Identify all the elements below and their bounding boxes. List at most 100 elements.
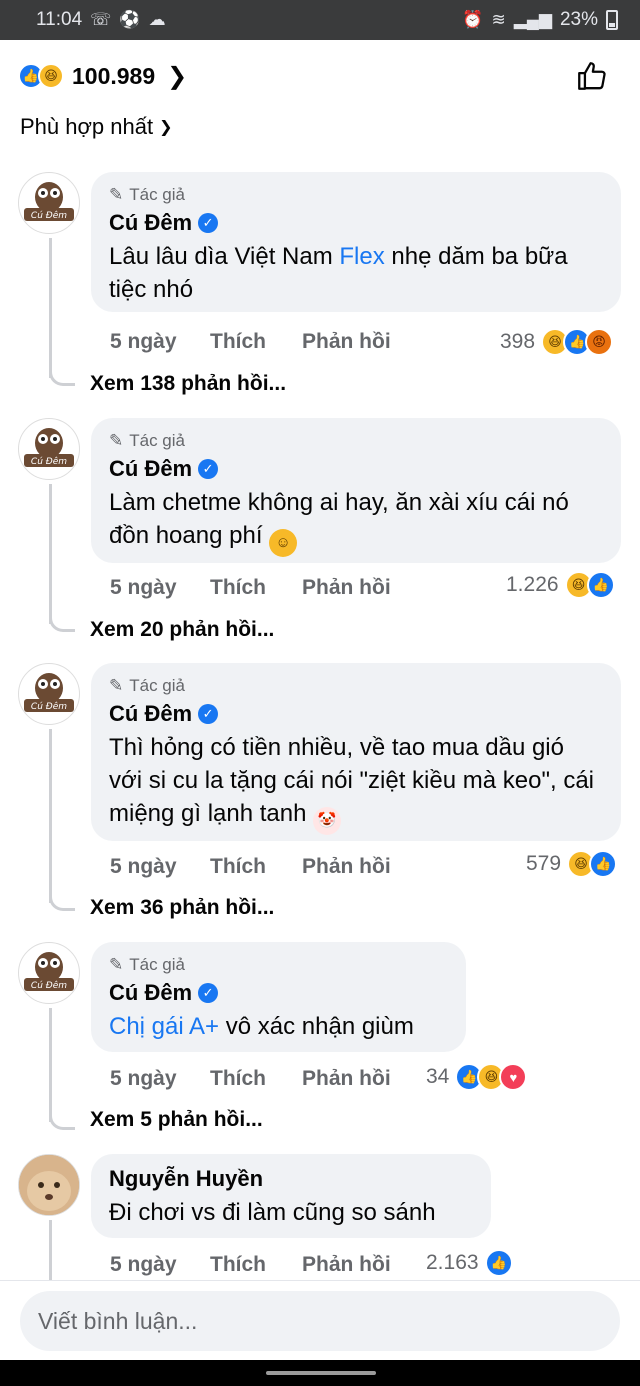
like-comment-button[interactable]: Thích: [210, 576, 302, 600]
comment-author[interactable]: Cú Đêm ✓: [109, 456, 603, 482]
avatar[interactable]: Cú Đêm: [18, 418, 80, 480]
pencil-icon: ✎: [109, 185, 124, 204]
soccer-icon: ⚽: [119, 10, 141, 29]
comment-time[interactable]: 5 ngày: [110, 1067, 210, 1091]
avatar[interactable]: [18, 1154, 80, 1216]
comment-bubble[interactable]: Nguyễn Huyền Đi chơi vs đi làm cũng so s…: [91, 1154, 491, 1238]
status-bar: 11:04 ☏ ⚽ ☁ ⏰ ≋ ▂▄▆ 23%: [0, 0, 640, 40]
haha-reaction-icon: 😆: [38, 63, 64, 89]
like-comment-button[interactable]: Thích: [210, 855, 302, 879]
thread-line: [49, 729, 52, 903]
comment-time[interactable]: 5 ngày: [110, 330, 210, 354]
comment-actions: 5 ngày Thích Phản hồi: [110, 852, 391, 882]
avatar[interactable]: Cú Đêm: [18, 172, 80, 234]
reply-button[interactable]: Phản hồi: [302, 330, 391, 354]
like-comment-button[interactable]: Thích: [210, 1253, 302, 1277]
author-name: Nguyễn Huyền: [109, 1166, 264, 1191]
author-tag: ✎ Tác giả: [109, 184, 603, 206]
comment-time[interactable]: 5 ngày: [110, 1253, 210, 1277]
pencil-icon: ✎: [109, 676, 124, 695]
comment-time[interactable]: 5 ngày: [110, 576, 210, 600]
comment-input[interactable]: Viết bình luận...: [20, 1291, 620, 1351]
smile-emoji-icon: ☺: [269, 528, 298, 557]
avatar[interactable]: Cú Đêm: [18, 942, 80, 1004]
comment-actions: 5 ngày Thích Phản hồi: [110, 1064, 391, 1094]
comment-text: Đi chơi vs đi làm cũng so sánh: [109, 1199, 436, 1226]
comment-author[interactable]: Cú Đêm ✓: [109, 980, 448, 1006]
thumbs-up-icon: [578, 62, 606, 90]
comment-reaction-count: 579: [526, 852, 562, 875]
verified-badge-icon: ✓: [198, 459, 219, 479]
clown-emoji-icon: 🤡: [313, 806, 342, 835]
comment-reaction-count: 34: [426, 1065, 450, 1088]
comment-author[interactable]: Cú Đêm ✓: [109, 701, 603, 727]
comment-actions: 5 ngày Thích Phản hồi: [110, 327, 391, 357]
comment-input-placeholder: Viết bình luận...: [38, 1307, 198, 1334]
svg-text:Cú Đêm: Cú Đêm: [31, 210, 67, 221]
comment-bubble[interactable]: ✎ Tác giả Cú Đêm ✓ Thì hỏng có tiền nhiề…: [91, 663, 621, 841]
comment-reactions[interactable]: 2.163 👍: [426, 1248, 513, 1278]
comment-reaction-count: 398: [500, 330, 536, 353]
reply-button[interactable]: Phản hồi: [302, 1253, 391, 1277]
like-comment-button[interactable]: Thích: [210, 1067, 302, 1091]
reaction-total: 100.989: [72, 62, 156, 89]
comment-actions: 5 ngày Thích Phản hồi: [110, 1250, 391, 1280]
thread-connector: [49, 1116, 75, 1130]
battery-percent: 23%: [559, 9, 598, 30]
reaction-summary[interactable]: 👍 😆 100.989 ❯: [18, 58, 187, 94]
view-replies-link[interactable]: Xem 36 phản hồi...: [90, 896, 274, 920]
hashtag-link[interactable]: Flex: [339, 243, 384, 270]
comment-author[interactable]: Nguyễn Huyền: [109, 1166, 473, 1192]
cloud-icon: ☁: [148, 10, 166, 29]
wifi-icon: ≋: [491, 10, 506, 29]
thread-line: [49, 1220, 52, 1280]
comment-reactions[interactable]: 579 😆 👍: [526, 849, 618, 879]
comment-time[interactable]: 5 ngày: [110, 855, 210, 879]
view-replies-link[interactable]: Xem 138 phản hồi...: [90, 372, 286, 396]
comment-reactions[interactable]: 1.226 😆 👍: [506, 570, 615, 600]
thread-connector: [49, 618, 75, 632]
battery-icon: [606, 10, 618, 30]
owl-logo-icon: Cú Đêm: [24, 182, 74, 221]
comment-bubble[interactable]: ✎ Tác giả Cú Đêm ✓ Làm chetme không ai h…: [91, 418, 621, 563]
owl-logo-icon: Cú Đêm: [24, 673, 74, 712]
author-name: Cú Đêm: [109, 210, 193, 235]
angry-reaction-icon: 😡: [585, 328, 614, 356]
thread-line: [49, 484, 52, 624]
comment-composer: Viết bình luận...: [0, 1280, 640, 1360]
avatar[interactable]: Cú Đêm: [18, 663, 80, 725]
view-replies-link[interactable]: Xem 5 phản hồi...: [90, 1108, 263, 1132]
comment-reaction-count: 1.226: [506, 573, 559, 596]
author-name: Cú Đêm: [109, 456, 193, 481]
like-reaction-icon: 👍: [589, 850, 618, 878]
author-tag-label: Tác giả: [129, 185, 185, 204]
comment-author[interactable]: Cú Đêm ✓: [109, 210, 603, 236]
reply-button[interactable]: Phản hồi: [302, 855, 391, 879]
sort-dropdown[interactable]: Phù hợp nhất ❯: [20, 110, 173, 144]
sort-label: Phù hợp nhất: [20, 114, 154, 139]
pencil-icon: ✎: [109, 955, 124, 974]
author-name: Cú Đêm: [109, 701, 193, 726]
like-post-button[interactable]: [574, 58, 610, 94]
comment-bubble[interactable]: ✎ Tác giả Cú Đêm ✓ Lâu lâu dìa Việt Nam …: [91, 172, 621, 312]
verified-badge-icon: ✓: [198, 704, 219, 724]
owl-logo-icon: Cú Đêm: [24, 952, 74, 991]
system-nav-bar: [0, 1360, 640, 1386]
author-tag: ✎ Tác giả: [109, 430, 603, 452]
verified-badge-icon: ✓: [198, 983, 219, 1003]
thread-connector: [49, 372, 75, 386]
comment-bubble[interactable]: ✎ Tác giả Cú Đêm ✓ Chị gái A+ vô xác nhậ…: [91, 942, 466, 1052]
signal-icon: ▂▄▆: [513, 10, 552, 29]
reply-button[interactable]: Phản hồi: [302, 576, 391, 600]
comment-reactions[interactable]: 34 👍 😆 ♥: [426, 1062, 528, 1092]
author-name: Cú Đêm: [109, 980, 193, 1005]
reply-button[interactable]: Phản hồi: [302, 1067, 391, 1091]
author-tag-label: Tác giả: [129, 431, 185, 450]
status-time: 11:04: [36, 9, 83, 30]
mention-link[interactable]: Chị gái A+: [109, 1013, 219, 1040]
view-replies-link[interactable]: Xem 20 phản hồi...: [90, 618, 274, 642]
alarm-icon: ⏰: [462, 10, 484, 29]
like-comment-button[interactable]: Thích: [210, 330, 302, 354]
comment-reactions[interactable]: 398 😆 👍 😡: [500, 327, 614, 357]
home-handle[interactable]: [266, 1371, 376, 1375]
